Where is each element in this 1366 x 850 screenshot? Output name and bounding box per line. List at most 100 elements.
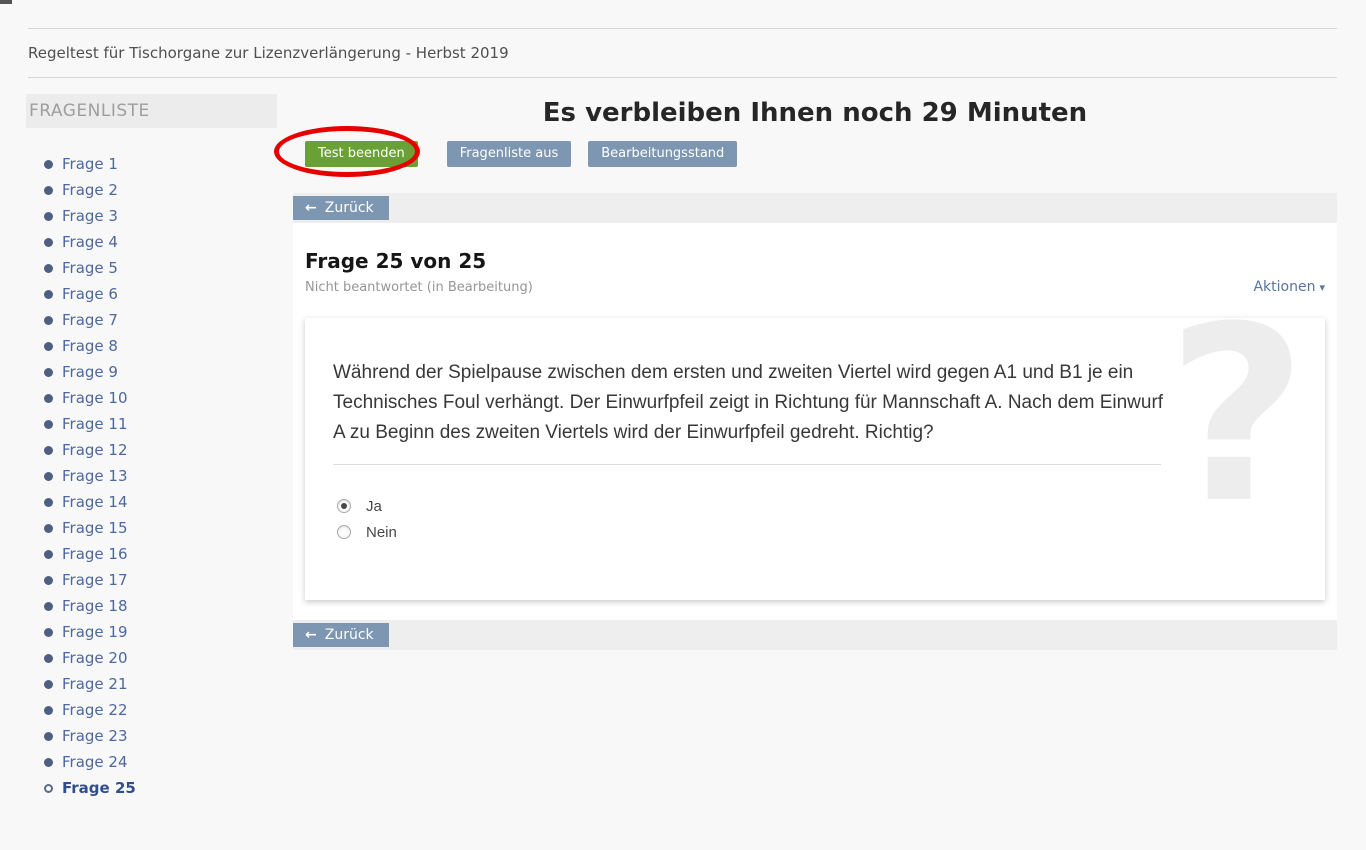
filled-circle-icon [44, 602, 53, 611]
radio-selected-icon[interactable] [337, 499, 351, 513]
filled-circle-icon [44, 654, 53, 663]
sidebar-item[interactable]: Frage 25 [26, 775, 277, 801]
sidebar-item-label: Frage 8 [62, 333, 118, 359]
sidebar-item-label: Frage 20 [62, 645, 128, 671]
filled-circle-icon [44, 212, 53, 221]
sidebar-item-label: Frage 3 [62, 203, 118, 229]
sidebar-item-label: Frage 2 [62, 177, 118, 203]
sidebar-item[interactable]: Frage 20 [26, 645, 277, 671]
sidebar-item-label: Frage 7 [62, 307, 118, 333]
sidebar-item[interactable]: Frage 3 [26, 203, 277, 229]
back-button-bottom[interactable]: ←Zurück [293, 623, 389, 647]
filled-circle-icon [44, 498, 53, 507]
sidebar-item[interactable]: Frage 4 [26, 229, 277, 255]
sidebar-item[interactable]: Frage 2 [26, 177, 277, 203]
back-button-top[interactable]: ←Zurück [293, 196, 389, 220]
back-button-label: Zurück [325, 627, 374, 643]
arrow-left-icon: ← [305, 200, 317, 216]
filled-circle-icon [44, 524, 53, 533]
sidebar-item-label: Frage 15 [62, 515, 128, 541]
filled-circle-icon [44, 706, 53, 715]
sidebar-item[interactable]: Frage 7 [26, 307, 277, 333]
sidebar-item[interactable]: Frage 23 [26, 723, 277, 749]
sidebar-item[interactable]: Frage 16 [26, 541, 277, 567]
sidebar-item[interactable]: Frage 5 [26, 255, 277, 281]
sidebar-item-label: Frage 9 [62, 359, 118, 385]
chevron-down-icon: ▾ [1319, 281, 1325, 294]
header-divider-top [28, 28, 1337, 29]
sidebar-item[interactable]: Frage 21 [26, 671, 277, 697]
filled-circle-icon [44, 420, 53, 429]
filled-circle-icon [44, 758, 53, 767]
sidebar-item-label: Frage 19 [62, 619, 128, 645]
sidebar-item-label: Frage 1 [62, 151, 118, 177]
sidebar-item[interactable]: Frage 17 [26, 567, 277, 593]
sidebar-item[interactable]: Frage 9 [26, 359, 277, 385]
option-label: Ja [366, 498, 382, 515]
sidebar-item-label: Frage 23 [62, 723, 128, 749]
question-counter: Frage 25 von 25 [305, 249, 486, 273]
sidebar-item[interactable]: Frage 6 [26, 281, 277, 307]
filled-circle-icon [44, 264, 53, 273]
sidebar-item-label: Frage 6 [62, 281, 118, 307]
sidebar-item-label: Frage 4 [62, 229, 118, 255]
sidebar-item-label: Frage 12 [62, 437, 128, 463]
sidebar-item-label: Frage 18 [62, 593, 128, 619]
filled-circle-icon [44, 160, 53, 169]
finish-test-button[interactable]: Test beenden [305, 141, 418, 167]
browser-edge-artifact [0, 0, 12, 4]
sidebar-item-label: Frage 11 [62, 411, 128, 437]
bottom-nav-bar: ←Zurück [293, 620, 1337, 650]
sidebar-item-label: Frage 5 [62, 255, 118, 281]
sidebar-item-label: Frage 14 [62, 489, 128, 515]
sidebar-title: FRAGENLISTE [26, 94, 277, 128]
remaining-time-heading: Es verbleiben Ihnen noch 29 Minuten [293, 98, 1337, 128]
question-list: Frage 1Frage 2Frage 3Frage 4Frage 5Frage… [26, 151, 277, 801]
main-content: Es verbleiben Ihnen noch 29 Minuten Test… [293, 94, 1337, 128]
actions-dropdown[interactable]: Aktionen ▾ [1253, 279, 1325, 295]
sidebar-item[interactable]: Frage 12 [26, 437, 277, 463]
sidebar-item-label: Frage 17 [62, 567, 128, 593]
sidebar-item[interactable]: Frage 13 [26, 463, 277, 489]
sidebar-item[interactable]: Frage 10 [26, 385, 277, 411]
filled-circle-icon [44, 628, 53, 637]
sidebar-item[interactable]: Frage 8 [26, 333, 277, 359]
open-circle-icon [44, 784, 53, 793]
actions-label: Aktionen [1253, 279, 1315, 295]
sidebar-item[interactable]: Frage 1 [26, 151, 277, 177]
question-list-sidebar: FRAGENLISTE Frage 1Frage 2Frage 3Frage 4… [26, 94, 277, 801]
sidebar-item[interactable]: Frage 11 [26, 411, 277, 437]
filled-circle-icon [44, 732, 53, 741]
sidebar-item-label: Frage 21 [62, 671, 128, 697]
answer-option[interactable]: Nein [333, 519, 1297, 545]
filled-circle-icon [44, 238, 53, 247]
sidebar-item[interactable]: Frage 18 [26, 593, 277, 619]
sidebar-item-label: Frage 16 [62, 541, 128, 567]
sidebar-item[interactable]: Frage 22 [26, 697, 277, 723]
test-toolbar: Test beenden Fragenliste aus Bearbeitung… [305, 141, 754, 167]
filled-circle-icon [44, 368, 53, 377]
filled-circle-icon [44, 472, 53, 481]
sidebar-item-label: Frage 25 [62, 775, 136, 801]
answer-option[interactable]: Ja [333, 493, 1297, 519]
filled-circle-icon [44, 576, 53, 585]
top-nav-bar: ←Zurück [293, 193, 1337, 223]
progress-status-button[interactable]: Bearbeitungsstand [588, 141, 737, 167]
sidebar-item-label: Frage 10 [62, 385, 128, 411]
answer-divider [333, 464, 1161, 465]
sidebar-item-label: Frage 24 [62, 749, 128, 775]
sidebar-item[interactable]: Frage 24 [26, 749, 277, 775]
sidebar-item[interactable]: Frage 15 [26, 515, 277, 541]
answer-options: Ja Nein [333, 493, 1297, 545]
header-divider-bottom [28, 77, 1337, 78]
question-card: ? Während der Spielpause zwischen dem er… [305, 318, 1325, 600]
filled-circle-icon [44, 680, 53, 689]
question-section: ←Zurück Frage 25 von 25 Nicht beantworte… [293, 193, 1337, 648]
radio-unselected-icon[interactable] [337, 525, 351, 539]
toggle-question-list-button[interactable]: Fragenliste aus [447, 141, 572, 167]
question-text: Während der Spielpause zwischen dem erst… [333, 358, 1173, 448]
filled-circle-icon [44, 186, 53, 195]
sidebar-item[interactable]: Frage 19 [26, 619, 277, 645]
sidebar-item-label: Frage 13 [62, 463, 128, 489]
sidebar-item[interactable]: Frage 14 [26, 489, 277, 515]
